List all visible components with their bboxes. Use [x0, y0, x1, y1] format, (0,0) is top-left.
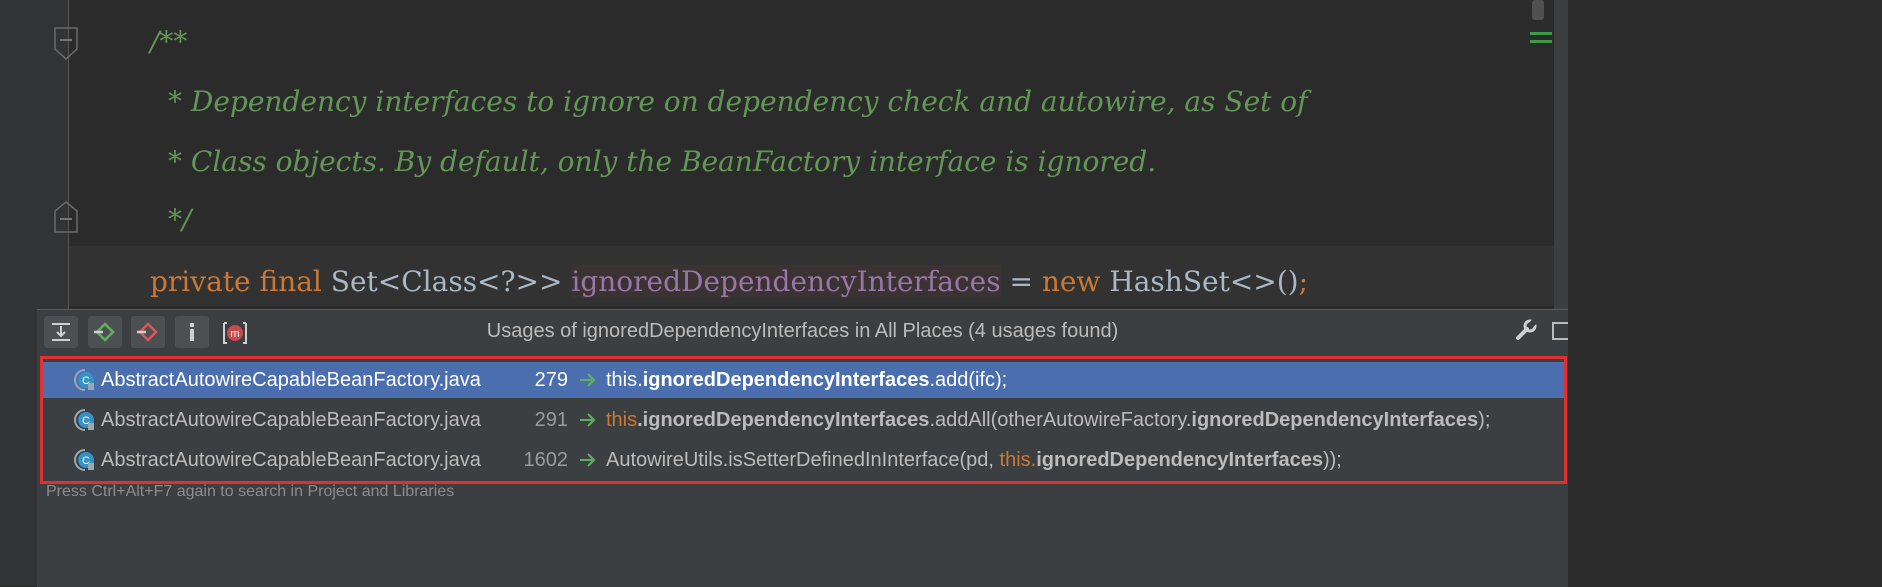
usage-this: this. [999, 448, 1037, 471]
usage-row[interactable]: C AbstractAutowireCapableBeanFactory.jav… [43, 362, 1564, 398]
usage-read-icon [580, 373, 596, 387]
type-name: Set<Class<?>> [330, 265, 563, 298]
field-name[interactable]: ignoredDependencyInterfaces [571, 265, 1001, 298]
javadoc-line-1: * Dependency interfaces to ignore on dep… [168, 85, 1308, 118]
constructor-call: HashSet<>() [1109, 265, 1299, 298]
javadoc-line-2: * Class objects. By default, only the Be… [168, 145, 1157, 178]
usages-popup: m Usages of ignoredDependencyInterfaces … [37, 309, 1568, 587]
usage-code: this.ignoredDependencyInterfaces.addAll(… [606, 409, 1490, 432]
usage-read-icon [580, 453, 596, 467]
usage-field: .ignoredDependencyInterfaces [637, 408, 930, 431]
popup-toolbar: m Usages of ignoredDependencyInterfaces … [37, 310, 1568, 354]
usage-field: ignoredDependencyInterfaces [642, 368, 930, 391]
usage-call: AutowireUtils.isSetterDefinedInInterface… [606, 448, 1000, 471]
wrench-icon [1516, 318, 1538, 340]
java-class-icon: C [74, 409, 94, 431]
semicolon: ; [1298, 265, 1309, 298]
keyword-new: new [1041, 265, 1101, 298]
usage-read-icon [580, 413, 596, 427]
usage-tail: ); [1478, 408, 1491, 431]
editor-scrollbar[interactable] [1532, 0, 1544, 20]
usage-file-name: AbstractAutowireCapableBeanFactory.java [101, 408, 481, 431]
usage-file-name: AbstractAutowireCapableBeanFactory.java [101, 368, 481, 391]
usage-code: this.ignoredDependencyInterfaces.add(ifc… [606, 369, 1007, 392]
usages-results-list: C AbstractAutowireCapableBeanFactory.jav… [40, 356, 1567, 484]
open-in-window-icon[interactable] [1552, 322, 1568, 340]
usage-line-number: 1602 [523, 448, 569, 471]
fold-collapse-icon[interactable] [54, 27, 78, 61]
usage-this: this. [606, 368, 643, 391]
change-marker [1530, 40, 1552, 43]
usage-this: this [606, 408, 638, 431]
change-marker [1530, 32, 1552, 35]
usage-row[interactable]: C AbstractAutowireCapableBeanFactory.jav… [43, 402, 1564, 438]
field-declaration: private final Set<Class<?>> ignoredDepen… [150, 262, 1308, 302]
popup-title: Usages of ignoredDependencyInterfaces in… [486, 320, 1119, 342]
tool-window-tab[interactable] [1554, 20, 1568, 80]
usage-code: AutowireUtils.isSetterDefinedInInterface… [606, 449, 1342, 472]
usage-field: ignoredDependencyInterfaces [1036, 448, 1323, 471]
javadoc-close: */ [168, 203, 192, 236]
usage-file-name: AbstractAutowireCapableBeanFactory.java [101, 448, 481, 471]
usage-tail: )); [1322, 448, 1342, 471]
keyword-final: final [259, 265, 322, 298]
usage-field: ignoredDependencyInterfaces [1191, 408, 1479, 431]
java-class-icon: C [74, 449, 94, 471]
usage-row[interactable]: C AbstractAutowireCapableBeanFactory.jav… [43, 442, 1564, 478]
settings-wrench-button[interactable] [1514, 318, 1538, 347]
usage-line-number: 279 [534, 368, 568, 391]
keyword-private: private [150, 265, 251, 298]
javadoc-open: /** [150, 25, 188, 58]
assign-operator: = [1000, 265, 1042, 298]
usage-line-number: 291 [534, 408, 568, 431]
fold-end-icon[interactable] [54, 201, 78, 233]
search-scope-hint: Press Ctrl+Alt+F7 again to search in Pro… [46, 483, 455, 500]
usage-call: .add(ifc); [929, 368, 1008, 391]
java-class-icon: C [74, 369, 94, 391]
usage-call: .addAll(otherAutowireFactory. [929, 408, 1192, 431]
